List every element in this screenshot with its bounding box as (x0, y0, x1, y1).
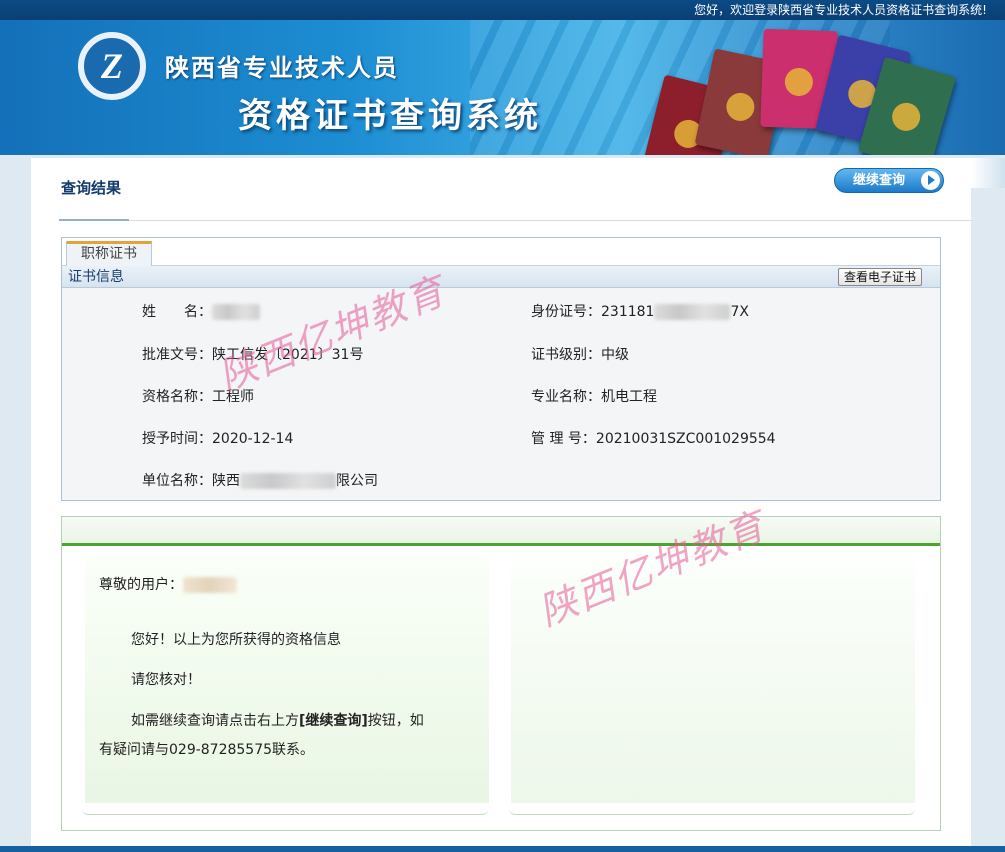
certificate-level-label: 证书级别： (531, 347, 601, 363)
grant-date-field: 授予时间：2020-12-14 (142, 428, 293, 448)
unit-name-field: 单位名称：陕西 限公司 (142, 470, 378, 490)
side-decoration (971, 158, 1005, 188)
banner-title-line2: 资格证书查询系统 (238, 96, 542, 136)
footer-bar (0, 846, 1005, 852)
continue-query-button[interactable]: 继续查询 (834, 168, 944, 193)
major-label: 专业名称： (531, 389, 601, 405)
section-title: 证书信息 (68, 269, 124, 285)
management-number-field: 管 理 号：20210031SZC001029554 (531, 428, 776, 448)
certificate-info-header: 证书信息 查看电子证书 (62, 266, 940, 288)
logo-letter: Z (101, 46, 123, 86)
approval-number-label: 批准文号： (142, 347, 212, 363)
welcome-text: 您好，欢迎登录陕西省专业技术人员资格证书查询系统! (694, 3, 987, 17)
management-number-value: 20210031SZC001029554 (595, 431, 776, 447)
notice-panel: 尊敬的用户： 您好！以上为您所获得的资格信息 请您核对！ 如需继续查询请点击右上… (61, 516, 941, 831)
message-line-3-bold: [继续查询] (299, 713, 368, 729)
qualification-label: 资格名称： (142, 389, 212, 405)
banner-title-line1: 陕西省专业技术人员 (165, 54, 399, 82)
system-logo-icon: Z (78, 32, 146, 100)
qualification-field: 资格名称：工程师 (142, 386, 254, 406)
message-line-1: 您好！以上为您所获得的资格信息 (131, 632, 341, 648)
message-line-2: 请您核对！ (131, 672, 201, 688)
tab-title-certificate[interactable]: 职称证书 (66, 241, 152, 267)
name-field: 姓 名： (142, 301, 260, 321)
tab-bar: 职称证书 (62, 238, 940, 267)
message-line-4: 有疑问请与029-87285575联系。 (99, 742, 315, 758)
name-value-redacted (212, 304, 260, 320)
title-underline (59, 219, 129, 221)
page-title: 查询结果 (61, 179, 122, 197)
title-divider (59, 220, 971, 221)
notice-footer-right (509, 809, 915, 815)
major-field: 专业名称：机电工程 (531, 386, 657, 406)
name-label: 姓 名： (142, 304, 212, 320)
approval-number-field: 批准文号：陕工信发〔2021〕31号 (142, 344, 363, 364)
id-label: 身份证号： (531, 304, 601, 320)
grant-date-label: 授予时间： (142, 431, 212, 447)
unit-name-label: 单位名称： (142, 473, 212, 489)
view-e-certificate-button[interactable]: 查看电子证书 (837, 268, 922, 286)
notice-header-line (62, 543, 940, 546)
continue-query-label: 继续查询 (853, 173, 906, 188)
unit-name-end: 限公司 (336, 473, 378, 489)
qualification-value: 工程师 (212, 389, 254, 405)
unit-name-start: 陕西 (212, 473, 240, 489)
greeting-text: 尊敬的用户： (99, 577, 183, 593)
id-field: 身份证号：231181 7X (531, 301, 749, 321)
user-name-redacted (183, 577, 237, 593)
notice-header (62, 517, 940, 543)
welcome-bar: 您好，欢迎登录陕西省专业技术人员资格证书查询系统! (0, 0, 1005, 20)
certificate-level-value: 中级 (601, 347, 629, 363)
id-value-redacted (654, 304, 731, 320)
notice-side-area (511, 557, 915, 803)
message-line-3: 如需继续查询请点击右上方[继续查询]按钮，如 (131, 710, 424, 730)
main-panel: 查询结果 继续查询 职称证书 证书信息 查看电子证书 姓 名： 身份证号：231… (31, 158, 971, 848)
arrow-right-icon (921, 171, 940, 190)
message-line-3-post: 按钮，如 (367, 713, 424, 729)
certificate-level-field: 证书级别：中级 (531, 344, 629, 364)
certificate-panel: 职称证书 证书信息 查看电子证书 姓 名： 身份证号：231181 7X 批准文号… (61, 237, 941, 501)
major-value: 机电工程 (601, 389, 657, 405)
id-value-start: 231181 (601, 304, 655, 320)
unit-name-redacted (240, 473, 336, 489)
notice-footer-left (82, 809, 488, 815)
greeting-line: 尊敬的用户： (99, 574, 237, 594)
id-value-end: 7X (730, 304, 749, 320)
grant-date-value: 2020-12-14 (212, 431, 294, 447)
approval-number-value: 陕工信发〔2021〕31号 (212, 347, 364, 363)
message-line-3-pre: 如需继续查询请点击右上方 (131, 713, 299, 729)
management-number-label: 管 理 号： (531, 431, 596, 447)
header-banner: Z 陕西省专业技术人员 资格证书查询系统 (0, 20, 1005, 155)
